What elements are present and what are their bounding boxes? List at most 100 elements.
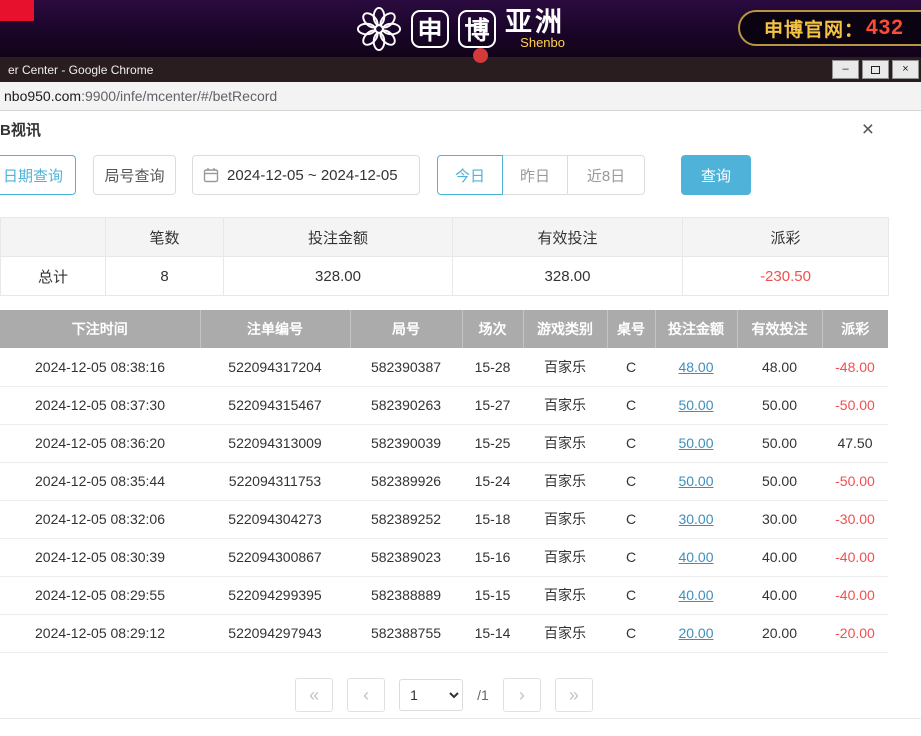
record-cell-valid: 48.00 [737,348,822,386]
column-header: 桌号 [607,310,655,348]
record-cell: 百家乐 [523,348,607,386]
record-cell: 582389023 [350,538,462,576]
record-cell-valid: 30.00 [737,500,822,538]
bet-amount-link[interactable]: 40.00 [678,587,713,603]
record-cell: C [607,500,655,538]
summary-total-count: 8 [106,257,224,296]
records-header-row: 下注时间注单编号局号场次游戏类别桌号投注金额有效投注派彩 [0,310,888,348]
bet-amount-link[interactable]: 50.00 [678,435,713,451]
record-cell-bet: 48.00 [655,348,737,386]
record-cell-payout: -50.00 [822,462,888,500]
record-row: 2024-12-05 08:36:20522094313009582390039… [0,424,888,462]
record-row: 2024-12-05 08:30:39522094300867582389023… [0,538,888,576]
record-cell: C [607,386,655,424]
url-text: nbo950.com:9900/infe/mcenter/#/betRecord [4,88,277,104]
record-cell: C [607,538,655,576]
record-cell: 2024-12-05 08:38:16 [0,348,200,386]
bet-amount-link[interactable]: 40.00 [678,549,713,565]
summary-header-row: 笔数 投注金额 有效投注 派彩 [1,218,889,257]
column-header: 场次 [462,310,523,348]
record-cell: 15-27 [462,386,523,424]
record-cell-payout: -30.00 [822,500,888,538]
bet-record-page: B视讯 × 日期查询 局号查询 2024-12-05 ~ 2024-12-05 … [0,111,921,712]
record-cell: C [607,462,655,500]
summary-total-bet: 328.00 [224,257,453,296]
brand-region: 亚洲 Shenbo [505,8,565,50]
next-page-button[interactable]: › [503,678,541,712]
official-site-label: 申博官网： [764,15,864,42]
record-cell-bet: 50.00 [655,386,737,424]
summary-header-payout: 派彩 [683,218,889,257]
column-header: 注单编号 [200,310,350,348]
record-cell-payout: -50.00 [822,386,888,424]
record-cell: 582390039 [350,424,462,462]
record-cell: 百家乐 [523,386,607,424]
pagination-bar: « ‹ 1 /1 › » [0,678,888,712]
record-cell: C [607,348,655,386]
maximize-icon[interactable] [862,60,889,79]
records-table: 下注时间注单编号局号场次游戏类别桌号投注金额有效投注派彩 2024-12-05 … [0,310,888,653]
browser-address-bar[interactable]: nbo950.com:9900/infe/mcenter/#/betRecord [0,82,921,111]
url-domain: nbo950.com [4,88,81,104]
date-range-value: 2024-12-05 ~ 2024-12-05 [227,167,398,184]
record-cell: 2024-12-05 08:29:55 [0,576,200,614]
record-row: 2024-12-05 08:35:44522094311753582389926… [0,462,888,500]
brand-logo: 申 博 亚洲 Shenbo [356,6,565,52]
first-page-button[interactable]: « [295,678,333,712]
today-button[interactable]: 今日 [437,155,503,195]
panel-close-icon[interactable]: × [862,119,874,140]
record-cell-bet: 40.00 [655,538,737,576]
summary-total-label: 总计 [1,257,106,296]
record-cell: 582388889 [350,576,462,614]
date-query-tab[interactable]: 日期查询 [0,155,76,195]
close-icon[interactable]: × [892,60,919,79]
record-cell: 2024-12-05 08:29:12 [0,614,200,652]
window-controls: – × [832,60,919,79]
yesterday-button[interactable]: 昨日 [502,155,568,195]
window-title: er Center - Google Chrome [8,63,153,77]
record-cell: 522094315467 [200,386,350,424]
record-cell: 百家乐 [523,538,607,576]
bet-amount-link[interactable]: 50.00 [678,473,713,489]
record-cell: 百家乐 [523,424,607,462]
record-cell: 522094311753 [200,462,350,500]
date-range-input[interactable]: 2024-12-05 ~ 2024-12-05 [192,155,420,195]
round-query-tab[interactable]: 局号查询 [93,155,176,195]
column-header: 局号 [350,310,462,348]
record-cell-valid: 40.00 [737,576,822,614]
record-cell: 582390263 [350,386,462,424]
record-cell: 522094317204 [200,348,350,386]
last-8-days-button[interactable]: 近8日 [567,155,645,195]
summary-total-valid: 328.00 [453,257,683,296]
summary-table: 笔数 投注金额 有效投注 派彩 总计 8 328.00 328.00 -230.… [0,217,889,296]
record-cell: 2024-12-05 08:36:20 [0,424,200,462]
search-button[interactable]: 查询 [681,155,751,195]
filter-bar: 日期查询 局号查询 2024-12-05 ~ 2024-12-05 今日 昨日 … [0,155,888,195]
bet-amount-link[interactable]: 50.00 [678,397,713,413]
browser-titlebar: er Center - Google Chrome – × [0,57,921,82]
page-title: B视讯 [0,119,41,140]
background-window-close-button[interactable] [0,0,34,21]
record-row: 2024-12-05 08:29:55522094299395582388889… [0,576,888,614]
bet-amount-link[interactable]: 20.00 [678,625,713,641]
page-select[interactable]: 1 [399,679,463,711]
record-cell: 百家乐 [523,500,607,538]
minimize-icon[interactable]: – [832,60,859,79]
last-page-button[interactable]: » [555,678,593,712]
bet-amount-link[interactable]: 48.00 [678,359,713,375]
summary-header-bet: 投注金额 [224,218,453,257]
record-cell-bet: 50.00 [655,462,737,500]
record-cell-payout: -40.00 [822,576,888,614]
record-cell: 582388755 [350,614,462,652]
record-cell-bet: 30.00 [655,500,737,538]
record-cell-payout: -20.00 [822,614,888,652]
column-header: 下注时间 [0,310,200,348]
record-cell: C [607,576,655,614]
bottom-divider [0,718,921,719]
bet-amount-link[interactable]: 30.00 [678,511,713,527]
record-row: 2024-12-05 08:32:06522094304273582389252… [0,500,888,538]
brand-banner: 申 博 亚洲 Shenbo 申博官网： 432 [0,0,921,57]
record-row: 2024-12-05 08:29:12522094297943582388755… [0,614,888,652]
prev-page-button[interactable]: ‹ [347,678,385,712]
record-cell: 15-18 [462,500,523,538]
